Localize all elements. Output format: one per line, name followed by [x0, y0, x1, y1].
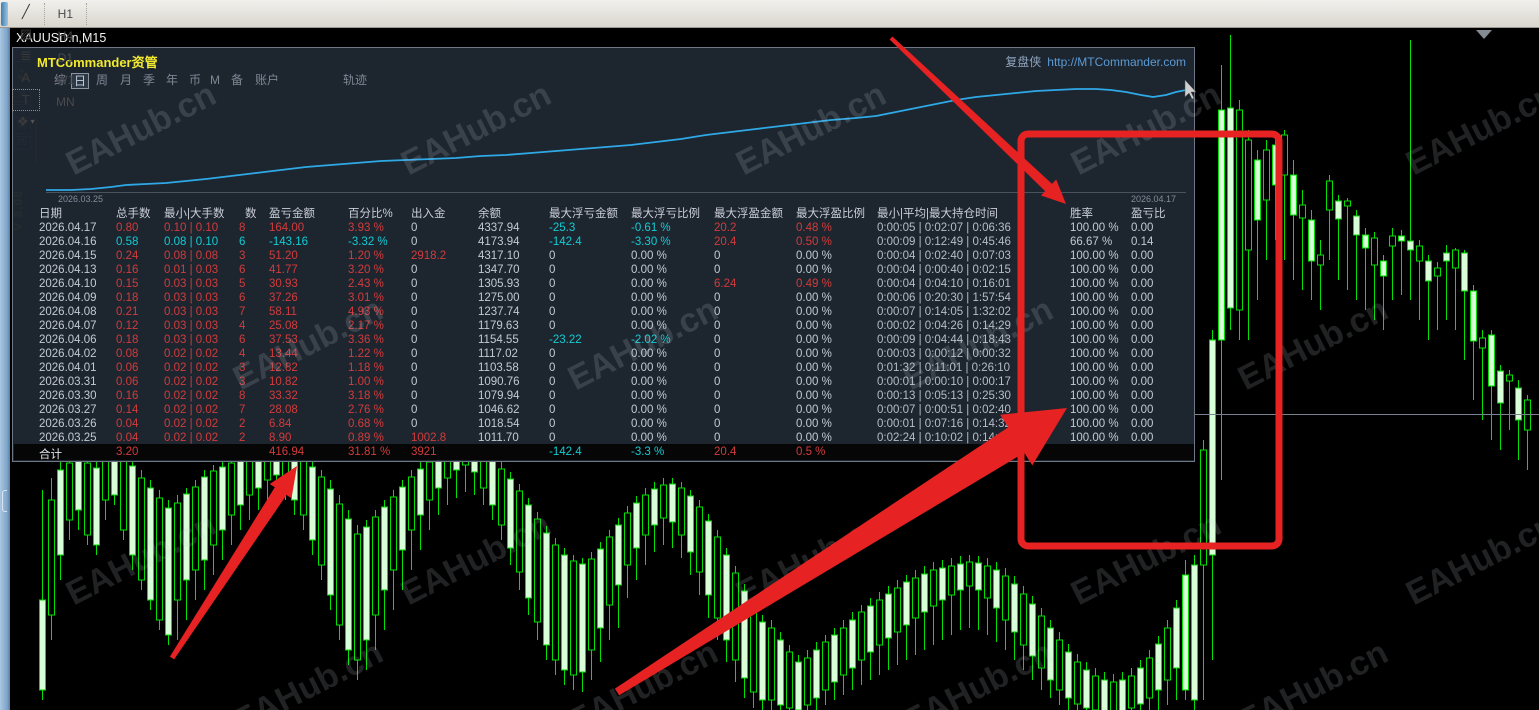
window-left-border — [0, 28, 10, 710]
current-price-line — [1195, 414, 1539, 415]
timeframe-button-mn[interactable]: MN — [49, 91, 82, 113]
trendline-tool-button[interactable]: ╱ — [12, 1, 40, 23]
timeframe-button-h1[interactable]: H1 — [49, 3, 82, 25]
mtcommander-panel: MTCommander资管 复盘侠 http://MTCommander.com … — [12, 47, 1196, 462]
mt4-window: ↖+│─╱▨≣AT❖▾ M1M5M15M30H1H4D1W1MN XAUUSD.… — [0, 0, 1539, 710]
shapes-tool-button[interactable]: ❖ ▾ — [12, 111, 40, 133]
timeframe-button-w1[interactable]: W1 — [49, 69, 82, 91]
channel-tool-button[interactable]: ▨ — [12, 23, 40, 45]
toolbar: ↖+│─╱▨≣AT❖▾ M1M5M15M30H1H4D1W1MN — [0, 0, 1539, 129]
timeframe-button-h4[interactable]: H4 — [49, 25, 82, 47]
toolbar-separator — [86, 2, 88, 25]
text-tool-button[interactable]: A — [12, 67, 40, 89]
toolbar-separator — [43, 2, 45, 25]
autoscroll-marker-icon[interactable] — [1476, 30, 1492, 39]
toolbar-grip[interactable] — [1, 1, 8, 26]
timeframe-button-d1[interactable]: D1 — [49, 47, 82, 69]
fibonacci-tool-button[interactable]: ≣ — [12, 45, 40, 67]
label-tool-button[interactable]: T — [12, 88, 40, 111]
mouse-cursor-icon — [1184, 79, 1196, 100]
